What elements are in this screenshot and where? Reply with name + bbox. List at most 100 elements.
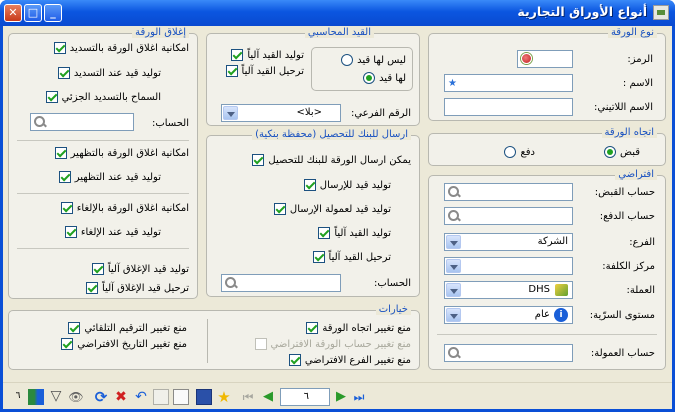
close-by-endorse-checkbox[interactable]: امكانية اغلاق الورقة بالتظهير	[54, 147, 189, 159]
gen-on-endorse-checkbox[interactable]: توليد قيد عند التظهير	[58, 171, 161, 183]
branch-select[interactable]: الشركة	[444, 233, 573, 251]
app-icon	[653, 5, 669, 20]
save-icon[interactable]	[196, 389, 212, 405]
receive-account-label: حساب القبض:	[594, 187, 655, 198]
first-record-icon[interactable]: ⏮	[240, 389, 256, 405]
entry-radio-box: ليس لها قيد لها قيد	[311, 47, 413, 91]
doc-type-group: نوع الورقة الرمز: الاسم : ★ الاسم اللاتي…	[428, 27, 666, 121]
options-group: خيارات منع تغيير اتجاه الورقة منع تغيير …	[8, 304, 420, 370]
star-icon: ★	[448, 78, 457, 89]
filter-icon[interactable]: ▽	[48, 389, 64, 405]
chevron-down-icon[interactable]	[223, 106, 238, 120]
latin-name-field[interactable]	[444, 98, 573, 116]
options-title: خيارات	[375, 304, 411, 315]
cost-center-select[interactable]	[444, 257, 573, 275]
previous-record-icon[interactable]: ◀	[260, 389, 276, 405]
find-icon[interactable]: 👁	[68, 389, 84, 405]
can-send-bank-checkbox[interactable]: يمكن ارسال الورقة للبنك للتحصيل	[252, 154, 411, 166]
close-by-cancel-checkbox[interactable]: امكانية اغلاق الورقة بالإلغاء	[60, 202, 189, 214]
divider	[437, 334, 657, 335]
branch-label: الفرع:	[629, 237, 655, 248]
gen-on-payment-checkbox[interactable]: توليد قيد عند التسديد	[57, 67, 161, 79]
refresh-icon[interactable]: ⟳	[93, 389, 109, 405]
receive-account-field[interactable]	[444, 183, 573, 201]
search-icon[interactable]	[447, 209, 461, 223]
gen-send-entry-checkbox[interactable]: توليد قيد للإرسال	[303, 179, 391, 191]
lock-direction-checkbox[interactable]: منع تغيير اتجاه الورقة	[306, 322, 411, 334]
copy-icon[interactable]	[173, 389, 189, 405]
close-button[interactable]: ✕	[4, 4, 22, 22]
divider	[207, 319, 208, 363]
lock-auto-number-checkbox[interactable]: منع تغيير الترقيم التلقائي	[68, 322, 187, 334]
bank-account-label: الحساب:	[373, 278, 411, 289]
minimize-button[interactable]: _	[44, 4, 62, 22]
name-field[interactable]: ★	[444, 74, 573, 92]
lock-default-account-checkbox[interactable]: منع تغيير حساب الورقة الافتراضي	[254, 338, 411, 350]
maximize-button[interactable]: □	[24, 4, 42, 22]
currency-label: العملة:	[626, 285, 655, 296]
search-icon[interactable]	[33, 115, 47, 129]
has-entry-radio[interactable]: لها قيد	[363, 72, 406, 84]
direction-group: اتجاه الورقة قبض دفع	[428, 127, 666, 166]
currency-icon	[555, 284, 568, 296]
info-icon: i	[554, 308, 568, 322]
pay-account-field[interactable]	[444, 207, 573, 225]
chevron-down-icon[interactable]	[446, 308, 461, 322]
window-title: أنواع الأوراق التجارية	[517, 4, 647, 19]
post-closing-auto-checkbox[interactable]: ترحيل قيد الإغلاق آلياً	[86, 282, 189, 294]
accounting-title: القيد المحاسبي	[304, 27, 374, 38]
chevron-down-icon[interactable]	[446, 283, 461, 297]
bank-group: ارسال للبنك للتحصيل (محفظة بنكية) يمكن ا…	[206, 129, 420, 297]
bank-title: ارسال للبنك للتحصيل (محفظة بنكية)	[252, 129, 411, 140]
allow-partial-payment-checkbox[interactable]: السماح بالتسديد الجزئي	[45, 91, 161, 103]
next-record-icon[interactable]: ▶	[333, 389, 349, 405]
search-icon[interactable]	[447, 185, 461, 199]
direction-pay-radio[interactable]: دفع	[504, 146, 535, 158]
search-icon[interactable]	[224, 276, 238, 290]
lock-default-branch-checkbox[interactable]: منع تغيير الفرع الافتراضي	[288, 354, 411, 366]
lock-default-date-checkbox[interactable]: منع تغيير التاريخ الافتراضي	[61, 338, 187, 350]
delete-icon[interactable]: ✖	[113, 389, 129, 405]
closing-group: إغلاق الورقة امكانية اغلاق الورقة بالتسد…	[8, 27, 198, 299]
app-window: أنواع الأوراق التجارية ✕ □ _ نوع الورقة …	[0, 0, 675, 412]
divider	[17, 140, 189, 141]
security-select[interactable]: i عام	[444, 306, 573, 324]
chevron-down-icon[interactable]	[446, 235, 461, 249]
closing-account-label: الحساب:	[151, 118, 189, 129]
gen-closing-auto-checkbox[interactable]: توليد قيد الإغلاق آلياً	[91, 263, 189, 275]
defaults-group: افتراضي حساب القبض: حساب الدفع: الفرع: ا…	[428, 169, 666, 370]
bank-auto-generate-checkbox[interactable]: توليد القيد آلياً	[318, 227, 391, 239]
search-icon[interactable]	[447, 346, 461, 360]
closing-title: إغلاق الورقة	[132, 27, 189, 38]
last-record-icon[interactable]: ⏭	[351, 389, 367, 405]
auto-post-entry-checkbox[interactable]: ترحيل القيد آلياً	[225, 65, 304, 77]
direction-receive-radio[interactable]: قبض	[603, 146, 640, 158]
sort-icon[interactable]	[28, 389, 44, 405]
no-entry-radio[interactable]: ليس لها قيد	[341, 54, 406, 66]
form-body: نوع الورقة الرمز: الاسم : ★ الاسم اللاتي…	[3, 26, 672, 409]
record-number-field[interactable]: ٦	[280, 388, 330, 406]
record-count: ٦	[15, 391, 21, 401]
gen-on-cancel-checkbox[interactable]: توليد قيد عند الإلغاء	[64, 226, 161, 238]
cost-center-label: مركز الكلفة:	[602, 261, 655, 272]
gen-commission-entry-checkbox[interactable]: توليد قيد لعمولة الإرسال	[273, 203, 391, 215]
branch-number-select[interactable]: <بلا>	[221, 104, 341, 122]
close-by-payment-checkbox[interactable]: امكانية اغلاق الورقة بالتسديد	[53, 42, 189, 54]
favorite-icon[interactable]: ★	[216, 389, 232, 405]
closing-account-field[interactable]	[30, 113, 134, 131]
commission-account-field[interactable]	[444, 344, 573, 362]
paste-icon[interactable]	[153, 389, 169, 405]
doc-type-title: نوع الورقة	[607, 27, 657, 38]
security-label: مستوى السرّية:	[589, 310, 655, 321]
name-label: الاسم :	[622, 78, 653, 89]
bank-account-field[interactable]	[221, 274, 341, 292]
chevron-down-icon[interactable]	[446, 259, 461, 273]
record-toolbar: ٦ ▽ 👁 ⟳ ✖ ↶ ★ ⏮ ◀ ٦ ▶ ⏭	[3, 382, 672, 409]
code-field[interactable]	[517, 50, 573, 68]
divider	[17, 193, 189, 194]
commission-account-label: حساب العمولة:	[590, 348, 655, 359]
bank-auto-post-checkbox[interactable]: ترحيل القيد آلياً	[312, 251, 391, 263]
currency-select[interactable]: DHS	[444, 281, 573, 299]
undo-icon[interactable]: ↶	[133, 389, 149, 405]
auto-generate-entry-checkbox[interactable]: توليد القيد آلياً	[231, 49, 304, 61]
